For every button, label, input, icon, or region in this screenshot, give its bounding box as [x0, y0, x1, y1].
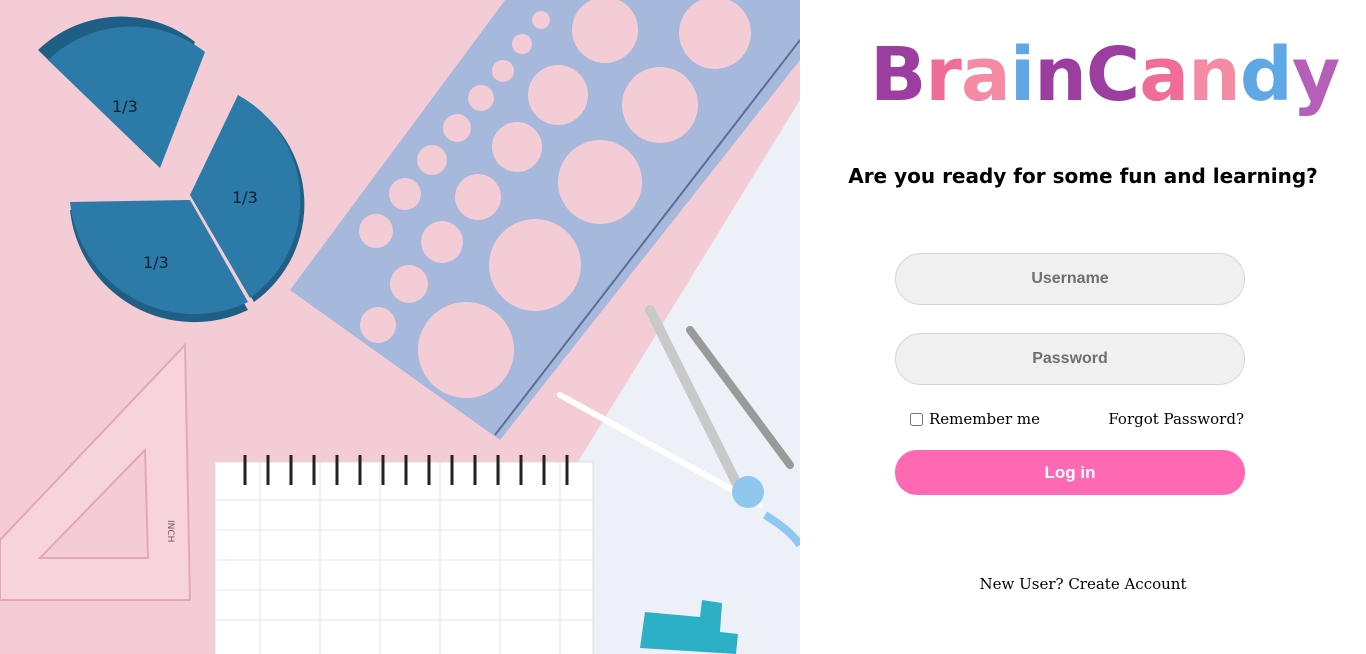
username-input[interactable]: [895, 253, 1245, 305]
logo-letter: n: [1034, 32, 1087, 118]
braincandy-logo: BrainCandy: [870, 30, 1340, 120]
logo-letter: B: [870, 32, 926, 118]
fraction-label-3: 1/3: [143, 253, 169, 272]
create-account-link[interactable]: New User? Create Account: [800, 575, 1366, 593]
logo-letter: n: [1188, 32, 1241, 118]
create-account-text[interactable]: New User? Create Account: [980, 575, 1187, 593]
logo-letter: C: [1085, 32, 1140, 118]
logo-letter: a: [1139, 32, 1189, 118]
fraction-label-1: 1/3: [112, 97, 138, 116]
spiral-notebook: [214, 455, 594, 654]
tagline: Are you ready for some fun and learning?: [848, 164, 1318, 188]
remember-me[interactable]: Remember me: [910, 410, 1040, 428]
password-input[interactable]: [895, 333, 1245, 385]
login-panel: BrainCandy Are you ready for some fun an…: [800, 0, 1366, 654]
fraction-circle: 1/3 1/3 1/3: [38, 16, 305, 323]
fraction-label-2: 1/3: [232, 188, 258, 207]
set-square-label: INCH: [165, 520, 175, 542]
logo-letter: i: [1009, 32, 1035, 118]
set-square: INCH: [0, 342, 192, 601]
remember-me-checkbox[interactable]: [910, 412, 923, 426]
hero-illustration: 1/3 1/3 1/3 INCH: [0, 0, 800, 654]
stationery-photo: 1/3 1/3 1/3 INCH: [0, 0, 800, 654]
logo-letter: a: [960, 32, 1011, 118]
forgot-password-link[interactable]: Forgot Password?: [1108, 410, 1244, 428]
logo-letter: r: [925, 32, 961, 118]
login-button[interactable]: Log in: [895, 450, 1245, 495]
remember-me-label: Remember me: [929, 410, 1041, 428]
logo-letter: d: [1239, 32, 1293, 118]
logo-letter: y: [1291, 32, 1340, 118]
